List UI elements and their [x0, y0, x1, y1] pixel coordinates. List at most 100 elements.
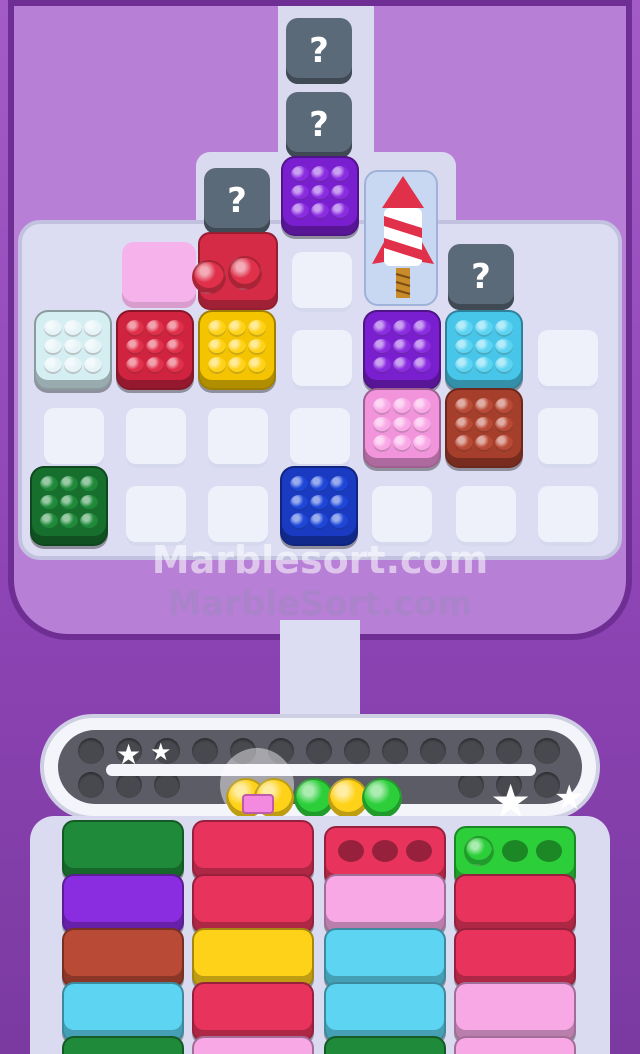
block-green[interactable]: [30, 466, 108, 546]
block-red-popping[interactable]: [192, 232, 278, 310]
sparkle-star-icon: ★: [116, 738, 142, 771]
block-marble: [331, 184, 349, 202]
bin[interactable]: [454, 928, 576, 988]
block-marble: [291, 184, 309, 202]
block-marble: [126, 338, 144, 356]
block-pink-covered[interactable]: [122, 242, 196, 308]
watermark: MarbleSort.com: [167, 584, 473, 624]
rocket-powerup[interactable]: [364, 170, 438, 306]
mystery-block[interactable]: ?: [286, 18, 352, 84]
empty-cell[interactable]: [126, 486, 186, 546]
block-marble: [166, 357, 184, 374]
bin[interactable]: [192, 1036, 314, 1054]
mystery-block[interactable]: ?: [448, 244, 514, 310]
block-marble: [373, 338, 391, 356]
block-blue[interactable]: [280, 466, 358, 546]
empty-cell[interactable]: [126, 408, 186, 468]
empty-cell[interactable]: [208, 486, 268, 546]
bin[interactable]: [192, 874, 314, 934]
mystery-block[interactable]: ?: [204, 168, 270, 234]
block-marble: [44, 338, 62, 356]
empty-cell[interactable]: [538, 486, 598, 546]
block-marble: [373, 398, 391, 415]
bin[interactable]: [324, 1036, 446, 1054]
block-marble: [44, 357, 62, 374]
block-marble: [310, 476, 328, 493]
empty-cell[interactable]: [292, 252, 352, 312]
empty-cell[interactable]: [372, 486, 432, 546]
mystery-block[interactable]: ?: [286, 92, 352, 158]
marble-conveyor: ★ ★ ★ ★: [40, 714, 600, 828]
empty-cell[interactable]: [292, 330, 352, 390]
bin[interactable]: [62, 1036, 184, 1054]
block-marble: [208, 338, 226, 356]
bin[interactable]: [192, 982, 314, 1042]
bin[interactable]: [324, 982, 446, 1042]
block-marble: [495, 320, 513, 337]
block-marble: [331, 203, 349, 220]
block-marble: [413, 435, 431, 452]
block-marble: [60, 494, 78, 512]
block-marble: [330, 476, 348, 493]
block-pink[interactable]: [363, 388, 441, 468]
block-marble: [228, 357, 246, 374]
bin[interactable]: [62, 874, 184, 934]
empty-cell[interactable]: [208, 408, 268, 468]
sparkle-star-icon: ★: [554, 778, 585, 818]
empty-cell[interactable]: [456, 486, 516, 546]
block-marble: [290, 476, 308, 493]
block-marble: [146, 357, 164, 374]
block-marble: [475, 416, 493, 434]
block-brown[interactable]: [445, 388, 523, 468]
block-marble: [64, 338, 82, 356]
empty-cell[interactable]: [538, 330, 598, 390]
block-marble: [84, 357, 102, 374]
block-purple-top[interactable]: [281, 156, 359, 236]
block-yellow[interactable]: [198, 310, 276, 390]
rocket-icon: [372, 176, 434, 298]
bin[interactable]: [192, 928, 314, 988]
block-marble: [455, 357, 473, 374]
block-purple-mid[interactable]: [363, 310, 441, 390]
block-marble: [310, 494, 328, 512]
block-marble: [455, 320, 473, 337]
block-marble: [393, 338, 411, 356]
block-marble: [475, 338, 493, 356]
block-marble: [311, 166, 329, 183]
bin[interactable]: [192, 820, 314, 880]
block-marble: [495, 416, 513, 434]
bin[interactable]: [454, 874, 576, 934]
bin[interactable]: [62, 982, 184, 1042]
block-marble: [310, 513, 328, 530]
block-marble: [290, 494, 308, 512]
block-marble: [291, 203, 309, 220]
block-marble: [126, 320, 144, 337]
block-marble: [84, 338, 102, 356]
bin[interactable]: [62, 820, 184, 880]
block-marble: [455, 416, 473, 434]
block-marble: [84, 320, 102, 337]
block-marble: [208, 320, 226, 337]
block-marble: [413, 320, 431, 337]
block-marble: [64, 357, 82, 374]
empty-cell[interactable]: [538, 408, 598, 468]
pink-chip: [242, 794, 274, 814]
block-white[interactable]: [34, 310, 112, 390]
bin[interactable]: [454, 982, 576, 1042]
block-marble: [248, 320, 266, 337]
empty-cell[interactable]: [44, 408, 104, 468]
empty-cell[interactable]: [290, 408, 350, 468]
block-marble: [373, 320, 391, 337]
bin[interactable]: [324, 928, 446, 988]
popping-marble: [228, 256, 262, 290]
bin[interactable]: [62, 928, 184, 988]
block-cyan[interactable]: [445, 310, 523, 390]
block-marble: [413, 357, 431, 374]
block-marble: [475, 357, 493, 374]
block-marble: [393, 320, 411, 337]
bin[interactable]: [324, 874, 446, 934]
block-marble: [393, 435, 411, 452]
block-marble: [290, 513, 308, 530]
block-red-left[interactable]: [116, 310, 194, 390]
bin[interactable]: [454, 1036, 576, 1054]
